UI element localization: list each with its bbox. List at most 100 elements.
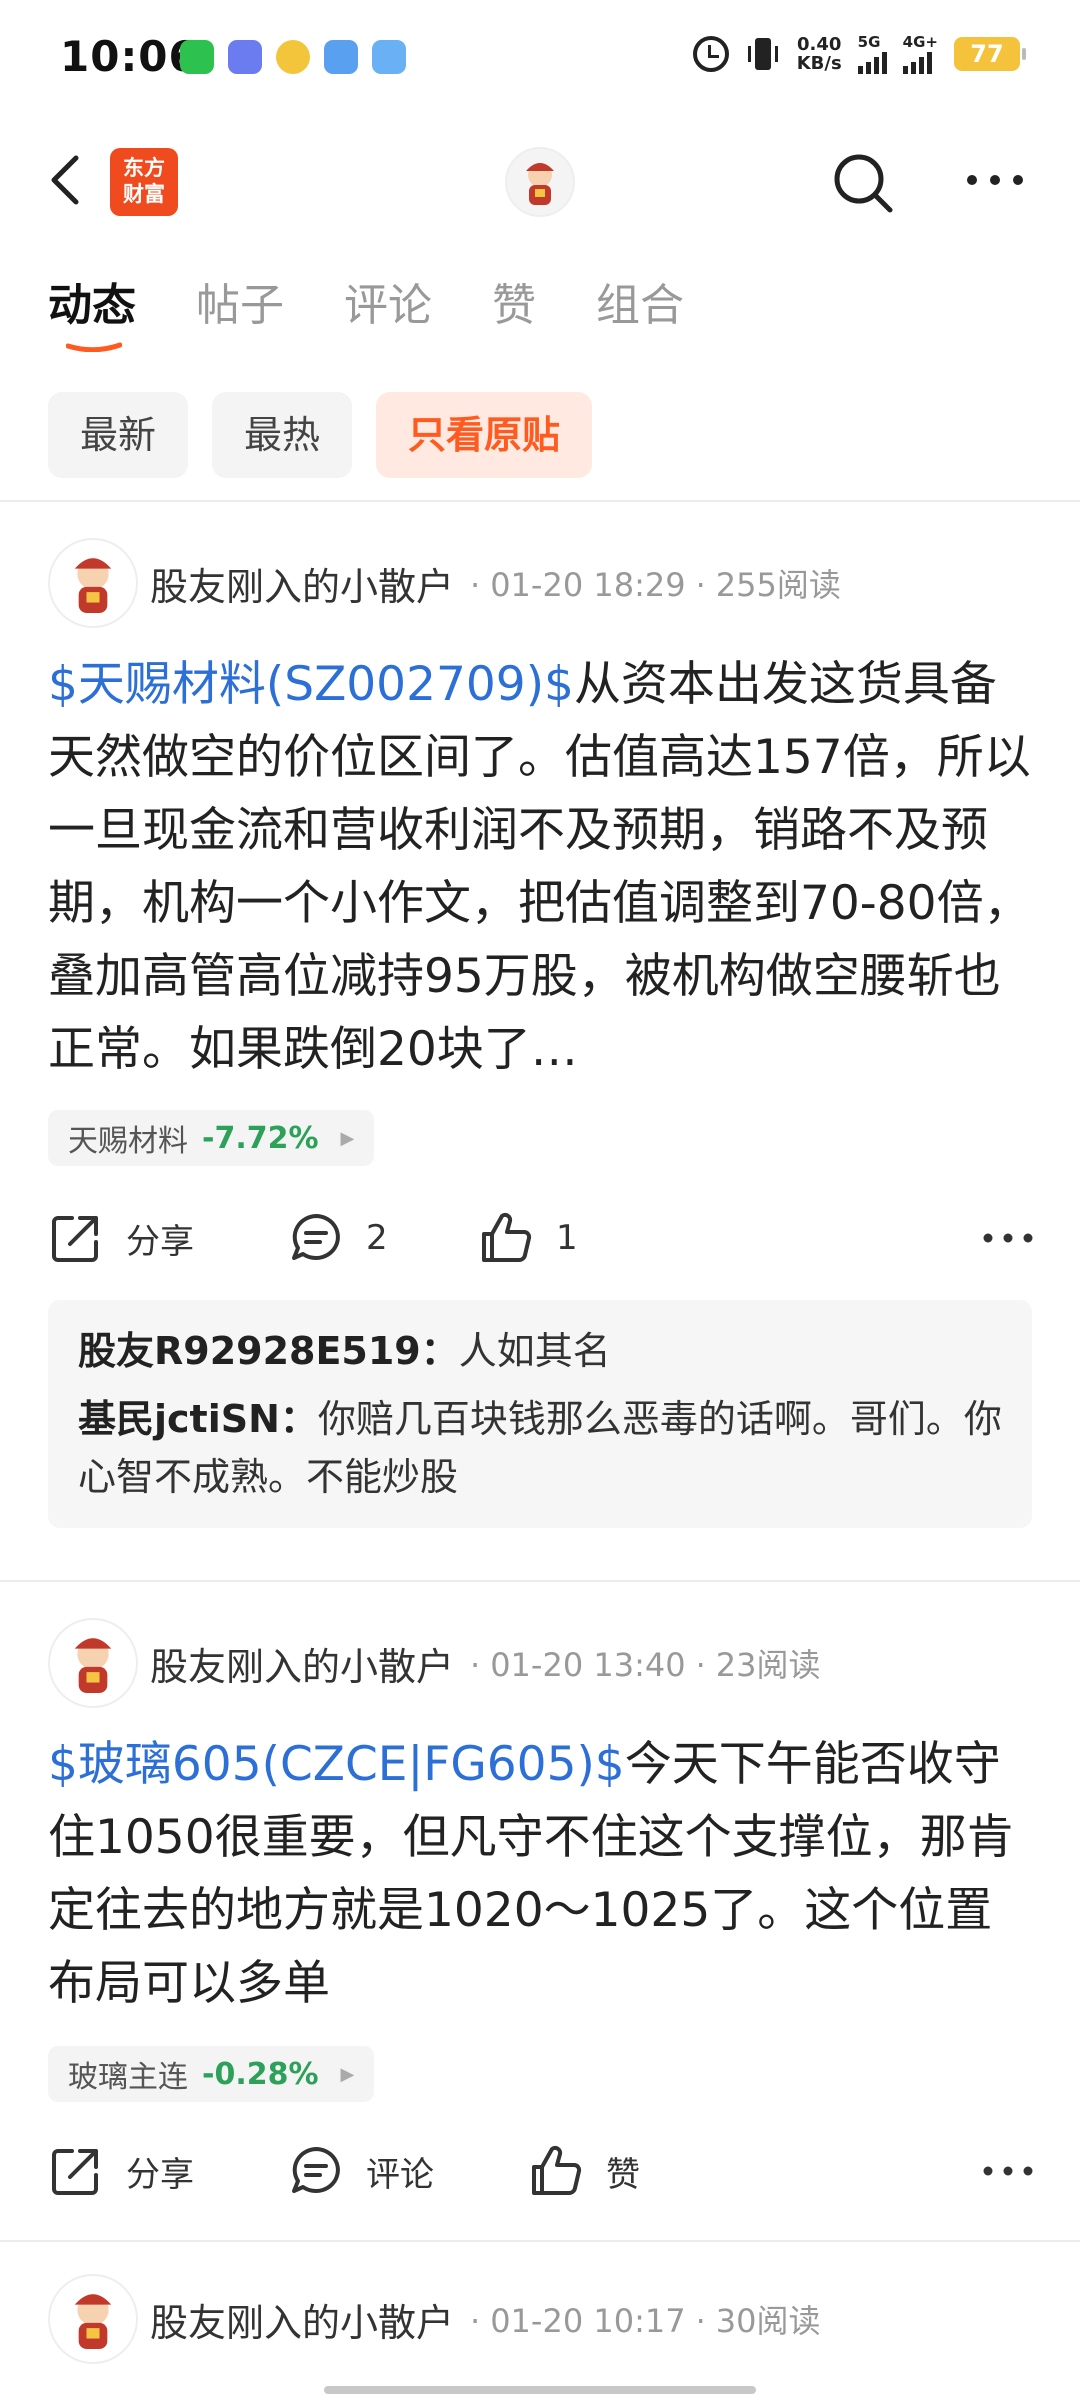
chevron-right-icon: ▶ (340, 1127, 355, 1149)
search-icon (834, 154, 893, 213)
post-header: 股友刚入的小散户 · 01-20 10:17 · 30阅读 (48, 2274, 820, 2364)
status-time: 10:06 (60, 32, 199, 81)
thumbs-up-icon (482, 1212, 532, 1262)
tab-activity[interactable]: 动态 (48, 276, 136, 352)
comment-item: 基民jctiSN：你赔几百块钱那么恶毒的话啊。哥们。你心智不成熟。不能炒股 (78, 1390, 1002, 1506)
post-actions: 分享 2 1 (48, 1203, 1038, 1273)
comment-button[interactable]: 评论 (288, 2143, 528, 2199)
read-count: 23阅读 (715, 1646, 821, 1684)
post-meta: · 01-20 18:29 · 255阅读 (470, 566, 841, 604)
share-button[interactable]: 分享 (48, 1210, 288, 1266)
post-text: 从资本出发这货具备天然做空的价位区间了。估值高达157倍，所以一旦现金流和营收利… (48, 657, 1031, 1077)
comment-text: 人如其名 (458, 1329, 611, 1373)
post-actions: 分享 评论 赞 (48, 2136, 1038, 2206)
avatar-image (74, 2294, 112, 2349)
comment-icon (292, 2147, 340, 2193)
author-avatar[interactable] (48, 1618, 138, 1708)
more-horizontal-icon (983, 1233, 1033, 1243)
author-name[interactable]: 股友刚入的小散户 (150, 2292, 454, 2347)
post-time: 01-20 13:40 (490, 1646, 686, 1684)
network-speed: 0.40 KB/s (796, 34, 842, 74)
read-count: 255阅读 (715, 566, 841, 604)
post-content[interactable]: $天赐材料(SZ002709)$从资本出发这货具备天然做空的价位区间了。估值高达… (48, 648, 1038, 1086)
author-name[interactable]: 股友刚入的小散户 (150, 556, 454, 611)
post-card[interactable]: 股友刚入的小散户 · 01-20 13:40 · 23阅读 $玻璃605(CZCE|F… (0, 1618, 1080, 2238)
author-avatar[interactable] (48, 538, 138, 628)
back-button[interactable] (40, 152, 96, 208)
app-notification-icon (276, 40, 310, 74)
app-notification-icon (228, 40, 262, 74)
tab-portfolio[interactable]: 组合 (596, 276, 684, 336)
stock-tag[interactable]: 天赐材料 -7.72% ▶ (48, 1110, 375, 1166)
alarm-icon (692, 36, 729, 72)
more-horizontal-icon (967, 175, 1023, 185)
battery-indicator: 77 (954, 37, 1026, 71)
avatar-image (526, 163, 554, 205)
post-card[interactable]: 股友刚入的小散户 · 01-20 18:29 · 255阅读 $天赐材料(SZ0027… (0, 538, 1080, 1538)
divider (0, 1580, 1080, 1582)
divider (0, 500, 1080, 502)
eastmoney-logo: 东方 财富 (110, 148, 178, 216)
signal-4g: 4G+ (902, 34, 938, 74)
tab-comments[interactable]: 评论 (344, 276, 432, 336)
top-nav-bar: 东方 财富 (0, 120, 1080, 240)
filter-latest[interactable]: 最新 (48, 392, 189, 478)
comment-preview[interactable]: 股友R92928E519：人如其名 基民jctiSN：你赔几百块钱那么恶毒的话啊… (48, 1300, 1032, 1528)
comment-user: 股友R92928E519： (78, 1329, 459, 1373)
search-button[interactable] (828, 148, 898, 218)
post-meta: · 01-20 13:40 · 23阅读 (470, 1646, 821, 1684)
home-indicator[interactable] (324, 2386, 756, 2394)
author-avatar[interactable] (48, 2274, 138, 2364)
stock-tag-name: 天赐材料 (68, 1124, 188, 1159)
notification-icons (180, 40, 406, 74)
stock-change: -0.28% (202, 2056, 319, 2092)
comment-button[interactable]: 2 (288, 1210, 478, 1266)
filter-chips: 最新 最热 只看原贴 (48, 392, 593, 478)
comment-user: 基民jctiSN： (78, 1397, 318, 1441)
status-bar: 10:06 0.40 KB/s 5G 4G+ 77 (0, 0, 1080, 110)
post-header: 股友刚入的小散户 · 01-20 13:40 · 23阅读 (48, 1618, 820, 1708)
post-time: 01-20 10:17 (490, 2302, 686, 2340)
filter-hottest[interactable]: 最热 (212, 392, 353, 478)
like-button[interactable]: 赞 (528, 2143, 640, 2199)
post-content[interactable]: $玻璃605(CZCE|FG605)$今天下午能否收守住1050很重要，但凡守不… (48, 1728, 1038, 2020)
post-time: 01-20 18:29 (490, 566, 686, 604)
post-card[interactable]: 股友刚入的小散户 · 01-20 10:17 · 30阅读 (0, 2274, 1080, 2374)
signal-5g: 5G (857, 34, 887, 74)
thumbs-up-icon (532, 2145, 582, 2195)
comment-item: 股友R92928E519：人如其名 (78, 1322, 1002, 1380)
read-count: 30阅读 (715, 2302, 821, 2340)
avatar-image (74, 1638, 112, 1693)
vibrate-icon (745, 34, 781, 74)
post-meta: · 01-20 10:17 · 30阅读 (470, 2302, 821, 2340)
tab-posts[interactable]: 帖子 (196, 276, 284, 336)
post-header: 股友刚入的小散户 · 01-20 18:29 · 255阅读 (48, 538, 841, 628)
more-horizontal-icon (983, 2166, 1033, 2176)
avatar-image (74, 558, 112, 613)
tab-likes[interactable]: 赞 (492, 276, 536, 336)
filter-original-only[interactable]: 只看原贴 (376, 392, 593, 478)
chevron-left-icon (51, 155, 79, 205)
chevron-right-icon: ▶ (340, 2063, 355, 2085)
stock-app-icon (324, 40, 358, 74)
post-more-button[interactable] (978, 1218, 1038, 1258)
divider (0, 2240, 1080, 2242)
wechat-icon (180, 40, 214, 74)
like-button[interactable]: 1 (478, 1210, 578, 1266)
stock-tag-name: 玻璃主连 (68, 2060, 188, 2095)
post-more-button[interactable] (978, 2151, 1038, 2191)
comment-icon (292, 1214, 340, 1260)
author-name[interactable]: 股友刚入的小散户 (150, 1636, 454, 1691)
stock-link[interactable]: $天赐材料(SZ002709)$ (48, 657, 574, 712)
tab-bar: 动态 帖子 评论 赞 组合 (48, 276, 684, 352)
share-icon (52, 2149, 98, 2195)
more-menu-button[interactable] (960, 160, 1030, 200)
stock-tag[interactable]: 玻璃主连 -0.28% ▶ (48, 2046, 375, 2102)
stock-link[interactable]: $玻璃605(CZCE|FG605)$ (48, 1737, 625, 1792)
share-button[interactable]: 分享 (48, 2143, 288, 2199)
user-avatar[interactable] (505, 147, 575, 217)
stock-change: -7.72% (202, 1120, 319, 1156)
share-icon (52, 1216, 98, 1262)
active-tab-indicator (66, 342, 122, 352)
app-notification-icon (372, 40, 406, 74)
